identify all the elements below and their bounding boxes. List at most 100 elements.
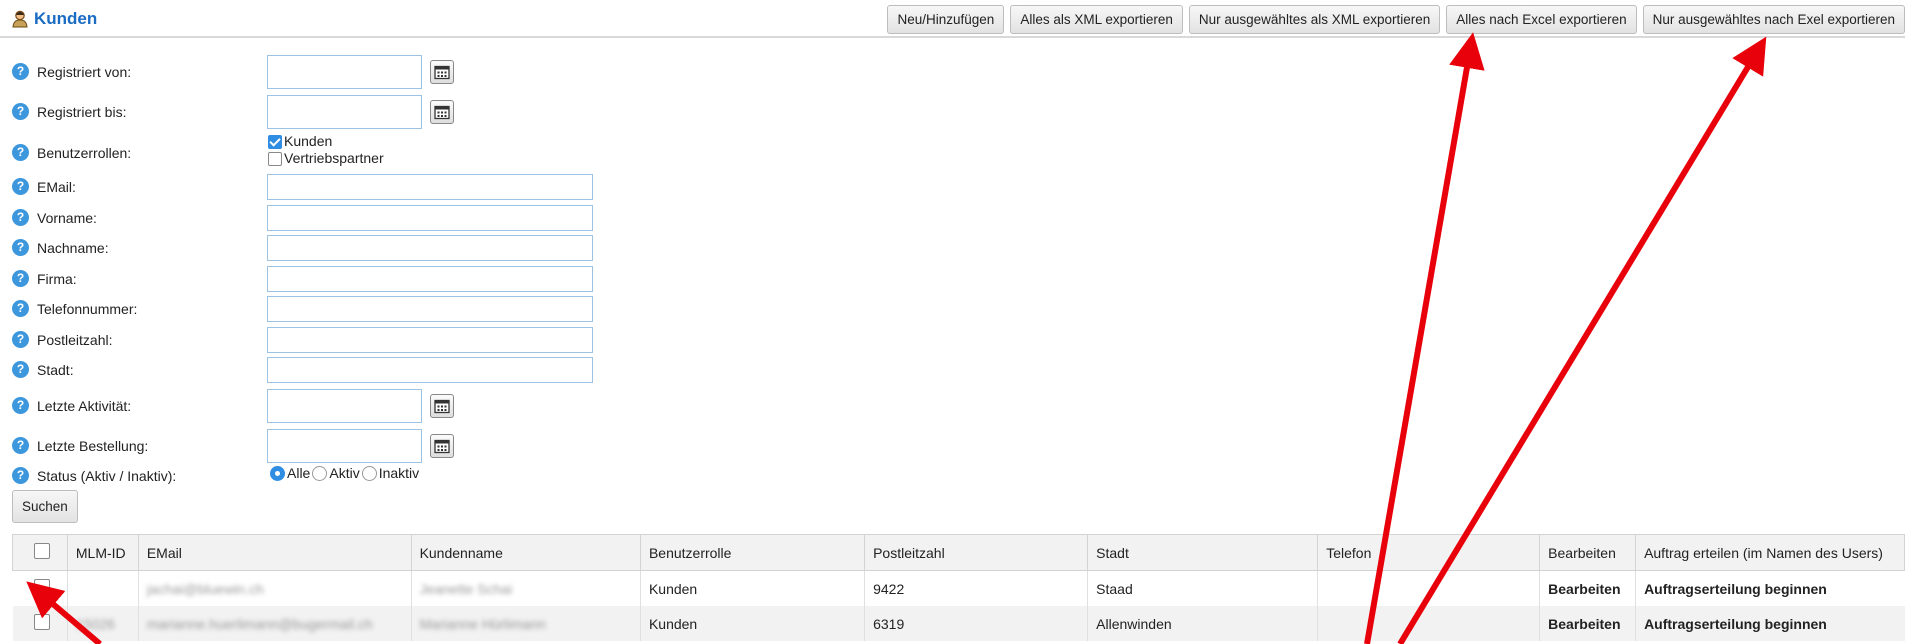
help-icon[interactable]: ? [12, 437, 29, 454]
last-activity-input[interactable] [267, 389, 422, 423]
row-checkbox[interactable] [33, 614, 50, 630]
page-title: Kunden [12, 9, 97, 29]
status-active-radio[interactable] [312, 465, 328, 481]
name-cell: Jeanette Schai [410, 570, 641, 606]
registered-to-input[interactable] [267, 95, 422, 129]
help-icon[interactable]: ? [12, 270, 29, 287]
table-row: 15026 marianne.huerlimann@bugermail.ch M… [12, 606, 1905, 641]
phone-field[interactable] [267, 296, 593, 322]
lastname-label: Nachname: [37, 239, 109, 256]
email-label: EMail: [37, 178, 76, 195]
status-inactive-radio[interactable] [361, 465, 377, 481]
filter-firstname: ? Vorname: [12, 209, 97, 226]
status-all-label: Alle [287, 465, 311, 481]
filter-zip: ? Postleitzahl: [12, 331, 112, 348]
help-icon[interactable]: ? [12, 209, 29, 226]
col-name[interactable]: Kundenname [410, 534, 641, 571]
email-cell: jachai@bluewin.ch [137, 570, 412, 606]
row-select-cell [12, 606, 68, 641]
filter-registered-from: ? Registriert von: [12, 63, 131, 80]
user-icon [12, 10, 28, 28]
calendar-icon[interactable] [430, 100, 454, 124]
role-option-vertriebspartner[interactable]: Vertriebspartner [268, 150, 384, 167]
status-options: Alle Aktiv Inaktiv [268, 465, 419, 481]
row-checkbox[interactable] [33, 579, 50, 595]
help-icon[interactable]: ? [12, 361, 29, 378]
col-role[interactable]: Benutzerrolle [639, 534, 866, 571]
company-field[interactable] [267, 266, 593, 292]
edit-link[interactable]: Bearbeiten [1539, 606, 1636, 641]
roles-label: Benutzerrollen: [37, 144, 132, 161]
export-all-xml-button[interactable]: Alles als XML exportieren [1010, 5, 1183, 34]
export-selected-excel-button[interactable]: Nur ausgewähltes nach Exel exportieren [1642, 5, 1905, 34]
col-email[interactable]: EMail [137, 534, 412, 571]
calendar-icon[interactable] [430, 434, 454, 458]
lastname-field[interactable] [267, 235, 593, 261]
order-link[interactable]: Auftragserteilung beginnen [1635, 606, 1905, 641]
status-all-radio[interactable] [270, 465, 285, 481]
city-field[interactable] [267, 357, 593, 383]
filter-company: ? Firma: [12, 270, 77, 287]
row-select-cell [12, 570, 68, 606]
name-value: Marianne Hürlimann [419, 615, 546, 632]
select-all-header [12, 534, 68, 571]
help-icon[interactable]: ? [12, 397, 29, 414]
calendar-icon[interactable] [430, 394, 454, 418]
select-all-checkbox[interactable] [34, 543, 50, 559]
role-cell: Kunden [639, 606, 865, 641]
registered-from-input[interactable] [267, 55, 422, 89]
status-inactive-label: Inaktiv [378, 465, 420, 481]
role-option-kunden[interactable]: Kunden [268, 133, 384, 150]
customer-table: MLM-ID EMail Kundenname Benutzerrolle Po… [12, 534, 1905, 641]
mlm-id-value: 15026 [75, 615, 115, 632]
help-icon[interactable]: ? [12, 144, 29, 161]
help-icon[interactable]: ? [12, 103, 29, 120]
export-selected-xml-button[interactable]: Nur ausgewähltes als XML exportieren [1188, 5, 1441, 34]
city-cell: Allenwinden [1087, 606, 1318, 641]
col-zip[interactable]: Postleitzahl [864, 534, 1089, 571]
help-icon[interactable]: ? [12, 467, 29, 484]
export-all-excel-button[interactable]: Alles nach Excel exportieren [1446, 5, 1637, 34]
col-city[interactable]: Stadt [1087, 534, 1319, 571]
email-field[interactable] [267, 174, 593, 200]
last-order-input[interactable] [267, 429, 422, 463]
help-icon[interactable]: ? [12, 178, 29, 195]
help-icon[interactable]: ? [12, 239, 29, 256]
mlm-id-cell: 15026 [66, 606, 139, 641]
company-label: Firma: [37, 270, 77, 287]
help-icon[interactable]: ? [12, 300, 29, 317]
filter-registered-to: ? Registriert bis: [12, 103, 126, 120]
add-new-button[interactable]: Neu/Hinzufügen [887, 5, 1005, 34]
col-mlm-id[interactable]: MLM-ID [66, 534, 139, 571]
firstname-field[interactable] [267, 205, 593, 231]
city-cell: Staad [1087, 570, 1318, 606]
name-value: Jeanette Schai [419, 580, 513, 597]
zip-cell: 9422 [864, 570, 1088, 606]
vertriebspartner-checkbox[interactable] [268, 151, 282, 166]
zip-field[interactable] [267, 327, 593, 353]
col-edit: Bearbeiten [1539, 534, 1637, 571]
col-order: Auftrag erteilen (im Namen des Users) [1635, 534, 1905, 571]
calendar-icon[interactable] [430, 60, 454, 84]
search-button[interactable]: Suchen [12, 490, 78, 523]
filter-roles: ? Benutzerrollen: [12, 144, 131, 161]
table-header-row: MLM-ID EMail Kundenname Benutzerrolle Po… [12, 534, 1905, 571]
col-phone[interactable]: Telefon [1317, 534, 1541, 571]
roles-options: Kunden Vertriebspartner [268, 133, 384, 167]
kunden-label: Kunden [284, 133, 333, 149]
name-cell: Marianne Hürlimann [410, 606, 641, 641]
kunden-checkbox[interactable] [268, 134, 282, 149]
status-label: Status (Aktiv / Inaktiv): [37, 467, 177, 484]
order-link[interactable]: Auftragserteilung beginnen [1635, 570, 1905, 606]
city-label: Stadt: [37, 361, 74, 378]
phone-label: Telefonnummer: [37, 300, 138, 317]
phone-cell [1317, 606, 1540, 641]
email-cell: marianne.huerlimann@bugermail.ch [137, 606, 412, 641]
edit-link[interactable]: Bearbeiten [1539, 570, 1636, 606]
help-icon[interactable]: ? [12, 331, 29, 348]
registered-to-label: Registriert bis: [37, 103, 127, 120]
phone-cell [1317, 570, 1540, 606]
filter-city: ? Stadt: [12, 361, 74, 378]
filter-lastname: ? Nachname: [12, 239, 109, 256]
help-icon[interactable]: ? [12, 63, 29, 80]
